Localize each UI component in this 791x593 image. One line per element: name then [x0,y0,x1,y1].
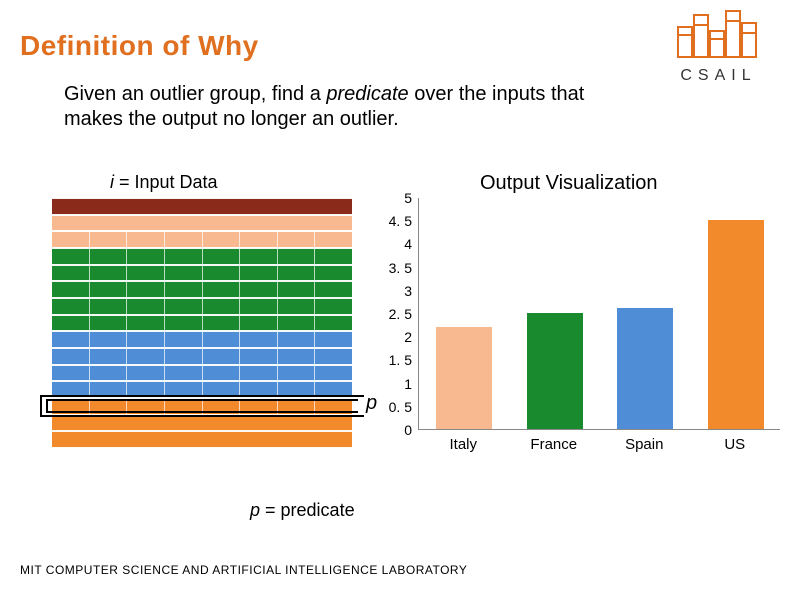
x-tick-label: France [530,436,577,453]
table-row [52,398,352,415]
predicate-p: p [250,500,260,520]
bar [617,308,673,429]
p-letter: p [366,392,377,414]
slide-subtitle: Given an outlier group, find a predicate… [64,82,644,132]
table-row [52,281,352,298]
table-row [52,215,352,232]
table-row [52,231,352,248]
y-tick-label: 5 [404,190,412,206]
bar [527,313,583,429]
y-tick-label: 1 [404,376,412,392]
footer-text: MIT COMPUTER SCIENCE AND ARTIFICIAL INTE… [20,563,467,577]
chart-title: Output Visualization [480,172,658,195]
input-data-table [52,198,352,448]
p-label: p [366,392,377,415]
logo-text: CSAIL [666,67,771,85]
table-row [52,381,352,398]
table-row [52,248,352,265]
table-row [52,331,352,348]
y-tick-label: 4 [404,236,412,252]
x-tick-label: Spain [625,436,663,453]
csail-logo: CSAIL [666,5,771,85]
table-row [52,365,352,382]
plot-area [418,198,780,430]
y-tick-label: 3 [404,283,412,299]
y-tick-label: 0. 5 [389,399,412,415]
y-tick-label: 1. 5 [389,352,412,368]
subtitle-em: predicate [326,83,408,105]
y-tick-label: 2 [404,329,412,345]
x-tick-label: Italy [449,436,477,453]
table-row [52,415,352,432]
bar [436,327,492,429]
y-tick-label: 0 [404,422,412,438]
input-data-label: i = Input Data [110,172,218,193]
table-row [52,348,352,365]
y-tick-label: 3. 5 [389,260,412,276]
x-tick-label: US [724,436,745,453]
table-row [52,431,352,448]
table-row [52,298,352,315]
y-axis-labels: 00. 511. 522. 533. 544. 55 [380,198,414,430]
y-tick-label: 2. 5 [389,306,412,322]
table-row [52,315,352,332]
predicate-rest: = predicate [260,500,355,520]
predicate-caption: p = predicate [250,500,355,521]
table-row [52,198,352,215]
table-row [52,265,352,282]
x-axis-labels: Italy France Spain US [418,434,780,458]
slide-title: Definition of Why [20,30,259,62]
bar [708,220,764,429]
y-tick-label: 4. 5 [389,213,412,229]
subtitle-pre: Given an outlier group, find a [64,83,326,105]
input-rest: = Input Data [114,172,218,192]
output-chart: 00. 511. 522. 533. 544. 55 ItalyFranceSp… [380,198,780,458]
